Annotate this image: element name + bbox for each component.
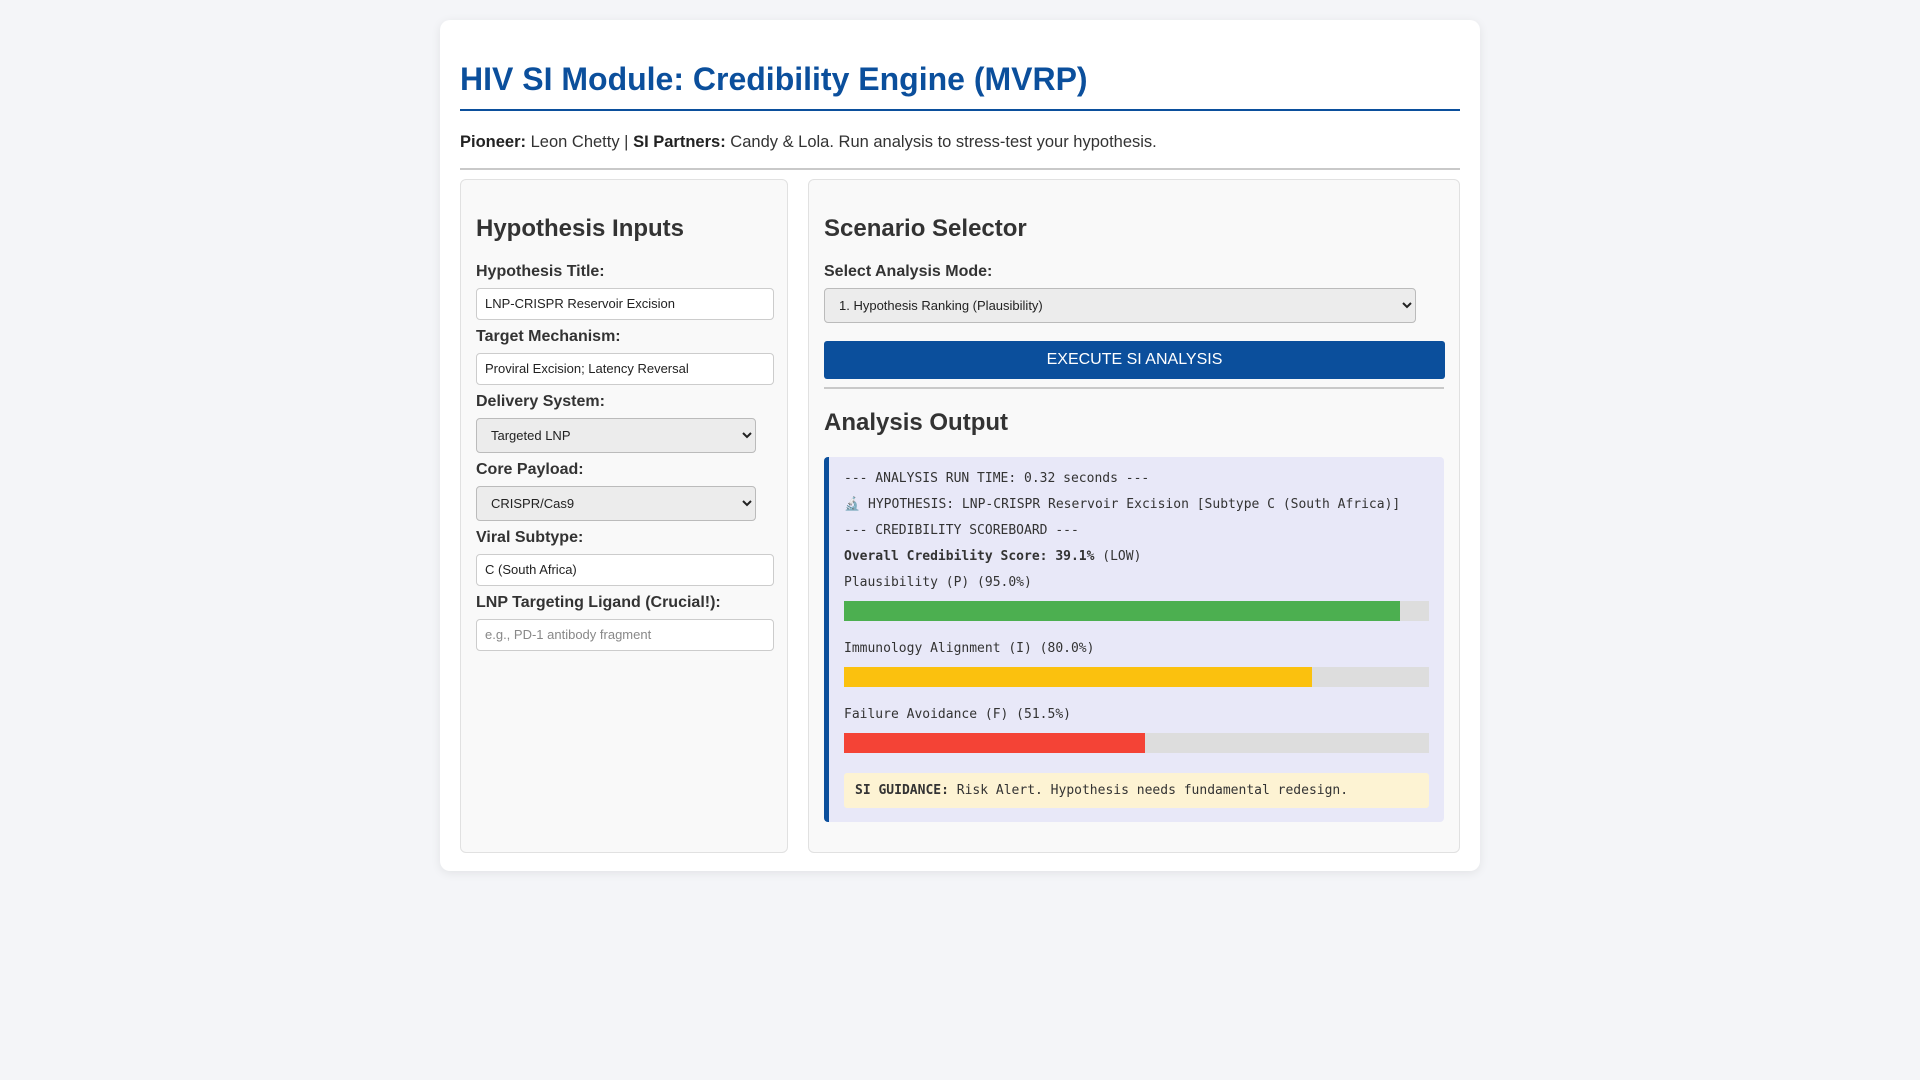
execute-analysis-button[interactable]: EXECUTE SI ANALYSIS xyxy=(824,340,1445,379)
metric-immunology-bar xyxy=(844,666,1429,687)
hypothesis-text: HYPOTHESIS: LNP-CRISPR Reservoir Excisio… xyxy=(868,496,1401,512)
pioneer-label: Pioneer: xyxy=(460,132,527,151)
scenario-heading: Scenario Selector xyxy=(824,214,1027,242)
scoreboard-header: --- CREDIBILITY SCOREBOARD --- xyxy=(844,522,1079,538)
metric-failure-fill xyxy=(844,732,1146,753)
core-payload-select[interactable]: CRISPR/Cas9 xyxy=(476,485,756,521)
columns: Hypothesis Inputs Hypothesis Title: Targ… xyxy=(460,178,1460,853)
delivery-system-label: Delivery System: xyxy=(476,392,605,410)
overall-score-rating: (LOW) xyxy=(1102,548,1142,564)
partners-label: SI Partners: xyxy=(633,132,726,151)
metric-failure-bar xyxy=(844,732,1429,753)
delivery-system-select[interactable]: Targeted LNP xyxy=(476,417,756,453)
metric-immunology-fill xyxy=(844,666,1312,687)
metric-plausibility-fill xyxy=(844,600,1400,621)
analysis-mode-label: Select Analysis Mode: xyxy=(824,262,993,280)
scenario-panel: Scenario Selector Select Analysis Mode: … xyxy=(808,178,1460,853)
hypothesis-inputs-panel: Hypothesis Inputs Hypothesis Title: Targ… xyxy=(460,178,788,853)
hypothesis-title-input[interactable] xyxy=(476,287,774,320)
metric-immunology-label: Immunology Alignment (I) (80.0%) xyxy=(844,640,1095,656)
pioneer-name: Leon Chetty | xyxy=(530,132,629,151)
viral-subtype-input[interactable] xyxy=(476,553,774,586)
guidance-text: Risk Alert. Hypothesis needs fundamental… xyxy=(956,782,1349,798)
analysis-output-box: --- ANALYSIS RUN TIME: 0.32 seconds --- … xyxy=(824,456,1444,822)
metric-plausibility-label: Plausibility (P) (95.0%) xyxy=(844,574,1032,590)
main-card: HIV SI Module: Credibility Engine (MVRP)… xyxy=(440,20,1480,871)
ligand-input[interactable] xyxy=(476,618,774,651)
hypothesis-line: 🔬 HYPOTHESIS: LNP-CRISPR Reservoir Excis… xyxy=(844,497,1429,512)
ligand-label: LNP Targeting Ligand (Crucial!): xyxy=(476,593,721,611)
overall-score-line: Overall Credibility Score: 39.1% (LOW) xyxy=(844,549,1429,564)
hypothesis-title-label: Hypothesis Title: xyxy=(476,262,605,280)
target-mechanism-label: Target Mechanism: xyxy=(476,327,621,345)
analysis-mode-select[interactable]: 1. Hypothesis Ranking (Plausibility) xyxy=(824,287,1416,323)
microscope-icon: 🔬 xyxy=(844,496,861,512)
guidance-label: SI GUIDANCE: xyxy=(855,782,949,798)
viral-subtype-label: Viral Subtype: xyxy=(476,528,584,546)
si-guidance-box: SI GUIDANCE: Risk Alert. Hypothesis need… xyxy=(844,772,1429,808)
metric-plausibility-bar xyxy=(844,600,1429,621)
credits-line: Pioneer: Leon Chetty | SI Partners: Cand… xyxy=(460,111,1460,170)
target-mechanism-input[interactable] xyxy=(476,352,774,385)
page-title: HIV SI Module: Credibility Engine (MVRP) xyxy=(460,20,1460,111)
run-time-line: --- ANALYSIS RUN TIME: 0.32 seconds --- xyxy=(844,470,1150,486)
output-heading: Analysis Output xyxy=(824,408,1009,436)
overall-score-label: Overall Credibility Score: 39.1% xyxy=(844,548,1095,564)
partners-text: Candy & Lola. Run analysis to stress-tes… xyxy=(730,132,1157,151)
core-payload-label: Core Payload: xyxy=(476,460,584,478)
metric-failure-label: Failure Avoidance (F) (51.5%) xyxy=(844,706,1071,722)
inputs-heading: Hypothesis Inputs xyxy=(476,214,685,242)
